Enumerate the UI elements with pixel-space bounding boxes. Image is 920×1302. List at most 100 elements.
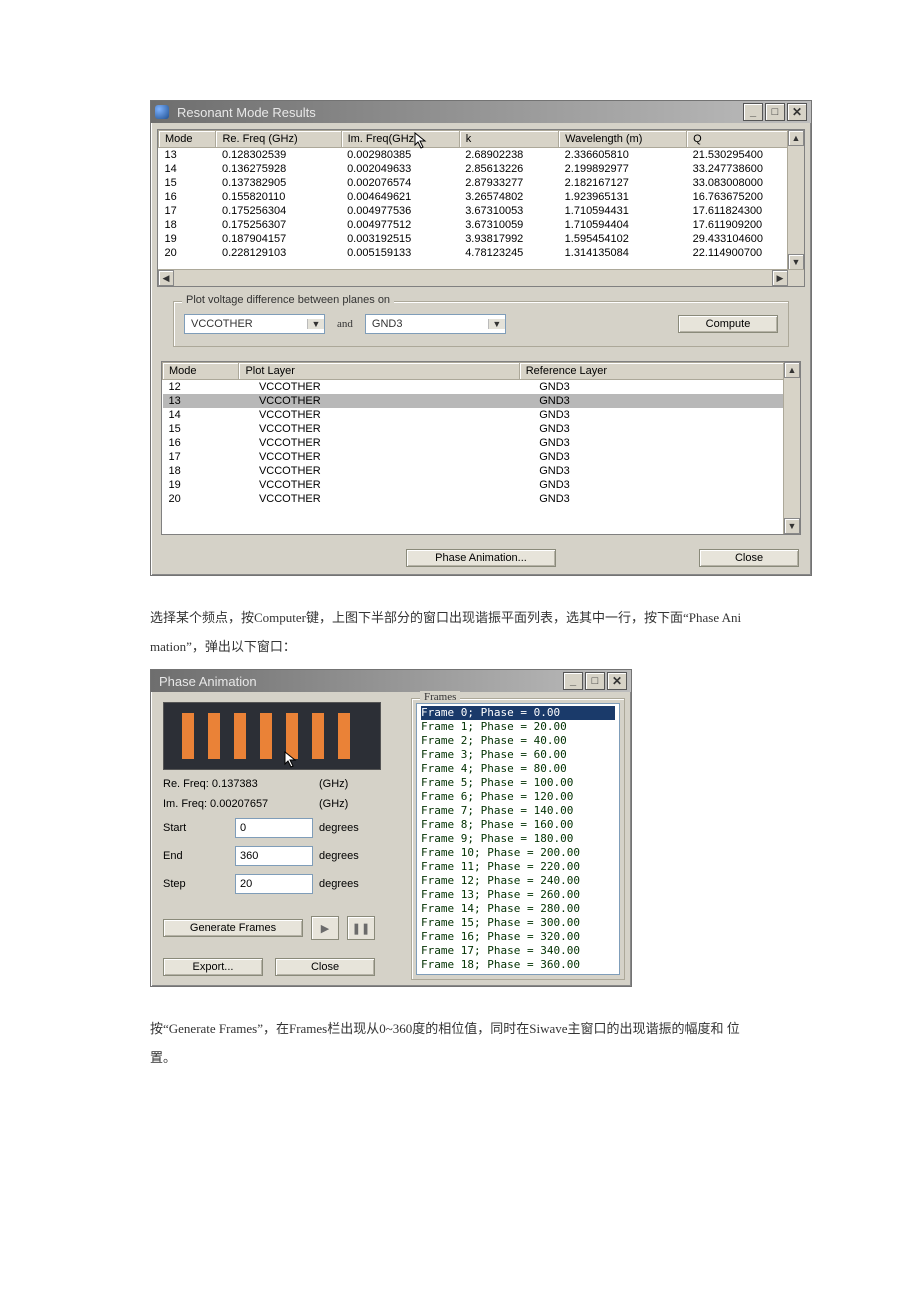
col-header[interactable]: Im. Freq(GHz) (341, 131, 459, 148)
scroll-down-icon[interactable]: ▼ (788, 254, 804, 270)
table-cell: 17.611909200 (687, 218, 804, 232)
table-row[interactable]: 180.1752563070.0049775123.673100591.7105… (159, 218, 804, 232)
col-header[interactable]: Re. Freq (GHz) (216, 131, 341, 148)
table-cell: GND3 (519, 380, 799, 395)
table-row[interactable]: 130.1283025390.0029803852.689022382.3366… (159, 148, 804, 163)
table-row[interactable]: 150.1373829050.0020765742.879332772.1821… (159, 176, 804, 190)
table-row[interactable]: 17VCCOTHERGND3 (163, 450, 800, 464)
col-header[interactable]: Mode (163, 363, 239, 380)
frame-item[interactable]: Frame 12; Phase = 240.00 (421, 874, 615, 888)
table-cell: 0.128302539 (216, 148, 341, 163)
frame-item[interactable]: Frame 11; Phase = 220.00 (421, 860, 615, 874)
frame-item[interactable]: Frame 18; Phase = 360.00 (421, 958, 615, 972)
plane2-value: GND3 (366, 318, 488, 330)
table-cell: 1.710594404 (559, 218, 687, 232)
frame-item[interactable]: Frame 2; Phase = 40.00 (421, 734, 615, 748)
pause-button[interactable]: ❚❚ (347, 916, 375, 940)
frame-item[interactable]: Frame 0; Phase = 0.00 (421, 706, 615, 720)
start-input[interactable] (235, 818, 313, 838)
generate-frames-button[interactable]: Generate Frames (163, 919, 303, 937)
col-header[interactable]: Reference Layer (519, 363, 799, 380)
frames-list[interactable]: Frame 0; Phase = 0.00Frame 1; Phase = 20… (416, 703, 620, 975)
col-header[interactable]: Q (687, 131, 804, 148)
step-input[interactable] (235, 874, 313, 894)
layer-table[interactable]: ModePlot LayerReference Layer 12VCCOTHER… (162, 362, 800, 506)
table-cell: 16 (163, 436, 239, 450)
frame-item[interactable]: Frame 6; Phase = 120.00 (421, 790, 615, 804)
table-row[interactable]: 20VCCOTHERGND3 (163, 492, 800, 506)
table-cell: VCCOTHER (239, 380, 519, 395)
table-row[interactable]: 14VCCOTHERGND3 (163, 408, 800, 422)
window-title: Phase Animation (159, 674, 561, 689)
table-cell: 0.155820110 (216, 190, 341, 204)
scroll-right-icon[interactable]: ▶ (772, 270, 788, 286)
table-cell: 0.004649621 (341, 190, 459, 204)
close-button[interactable]: ✕ (607, 672, 627, 690)
frame-item[interactable]: Frame 16; Phase = 320.00 (421, 930, 615, 944)
frame-item[interactable]: Frame 8; Phase = 160.00 (421, 818, 615, 832)
table-row[interactable]: 16VCCOTHERGND3 (163, 436, 800, 450)
maximize-button[interactable]: □ (585, 672, 605, 690)
results-hscroll[interactable]: ◀ ▶ (158, 269, 804, 286)
plane2-select[interactable]: GND3 ▼ (365, 314, 506, 334)
table-row[interactable]: 140.1362759280.0020496332.856132262.1998… (159, 162, 804, 176)
play-button[interactable]: ▶ (311, 916, 339, 940)
table-cell: 0.228129103 (216, 246, 341, 260)
table-cell: 21.530295400 (687, 148, 804, 163)
scroll-left-icon[interactable]: ◀ (158, 270, 174, 286)
frame-item[interactable]: Frame 13; Phase = 260.00 (421, 888, 615, 902)
frame-item[interactable]: Frame 9; Phase = 180.00 (421, 832, 615, 846)
table-cell: 2.85613226 (459, 162, 558, 176)
col-header[interactable]: Mode (159, 131, 216, 148)
table-row[interactable]: 15VCCOTHERGND3 (163, 422, 800, 436)
frame-item[interactable]: Frame 4; Phase = 80.00 (421, 762, 615, 776)
table-row[interactable]: 19VCCOTHERGND3 (163, 478, 800, 492)
table-row[interactable]: 18VCCOTHERGND3 (163, 464, 800, 478)
end-input[interactable] (235, 846, 313, 866)
results-table[interactable]: ModeRe. Freq (GHz)Im. Freq(GHz)kWaveleng… (158, 130, 804, 260)
table-row[interactable]: 170.1752563040.0049775363.673100531.7105… (159, 204, 804, 218)
frame-item[interactable]: Frame 7; Phase = 140.00 (421, 804, 615, 818)
table-cell: 3.26574802 (459, 190, 558, 204)
close-button[interactable]: Close (275, 958, 375, 976)
frame-item[interactable]: Frame 15; Phase = 300.00 (421, 916, 615, 930)
close-button[interactable]: Close (699, 549, 799, 567)
scroll-up-icon[interactable]: ▲ (784, 362, 800, 378)
close-button[interactable]: ✕ (787, 103, 807, 121)
col-header[interactable]: Plot Layer (239, 363, 519, 380)
table-cell: 0.136275928 (216, 162, 341, 176)
table-cell: VCCOTHER (239, 436, 519, 450)
results-vscroll[interactable]: ▲ ▼ (787, 130, 804, 286)
frame-item[interactable]: Frame 5; Phase = 100.00 (421, 776, 615, 790)
frame-item[interactable]: Frame 10; Phase = 200.00 (421, 846, 615, 860)
phase-animation-button[interactable]: Phase Animation... (406, 549, 556, 567)
table-cell: GND3 (519, 450, 799, 464)
col-header[interactable]: Wavelength (m) (559, 131, 687, 148)
table-row[interactable]: 13VCCOTHERGND3 (163, 394, 800, 408)
scroll-down-icon[interactable]: ▼ (784, 518, 800, 534)
table-row[interactable]: 160.1558201100.0046496213.265748021.9239… (159, 190, 804, 204)
layer-vscroll[interactable]: ▲ ▼ (783, 362, 800, 534)
table-row[interactable]: 12VCCOTHERGND3 (163, 380, 800, 395)
frame-item[interactable]: Frame 17; Phase = 340.00 (421, 944, 615, 958)
frame-item[interactable]: Frame 14; Phase = 280.00 (421, 902, 615, 916)
frame-item[interactable]: Frame 3; Phase = 60.00 (421, 748, 615, 762)
frame-item[interactable]: Frame 1; Phase = 20.00 (421, 720, 615, 734)
plane1-select[interactable]: VCCOTHER ▼ (184, 314, 325, 334)
table-row[interactable]: 190.1879041570.0031925153.938179921.5954… (159, 232, 804, 246)
compute-button[interactable]: Compute (678, 315, 778, 333)
table-cell: 17 (163, 450, 239, 464)
table-cell: 0.004977536 (341, 204, 459, 218)
export-button[interactable]: Export... (163, 958, 263, 976)
table-row[interactable]: 200.2281291030.0051591334.781232451.3141… (159, 246, 804, 260)
maximize-button[interactable]: □ (765, 103, 785, 121)
re-freq-label: Re. Freq: 0.137383 (163, 778, 313, 790)
table-cell: 20 (159, 246, 216, 260)
minimize-button[interactable]: _ (563, 672, 583, 690)
col-header[interactable]: k (459, 131, 558, 148)
minimize-button[interactable]: _ (743, 103, 763, 121)
table-cell: 2.68902238 (459, 148, 558, 163)
scroll-up-icon[interactable]: ▲ (788, 130, 804, 146)
table-cell: 2.87933277 (459, 176, 558, 190)
table-cell: 0.187904157 (216, 232, 341, 246)
